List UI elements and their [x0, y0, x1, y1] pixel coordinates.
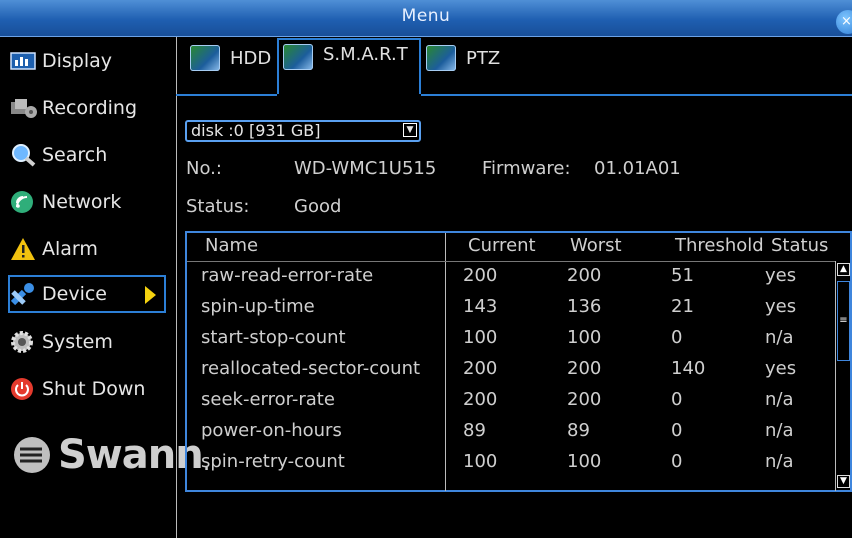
- sidebar-item-alarm[interactable]: Alarm: [10, 230, 165, 268]
- scroll-up-icon[interactable]: ▲: [837, 263, 850, 276]
- cell-current: 143: [463, 296, 498, 317]
- sidebar-item-label: Search: [42, 144, 108, 166]
- cell-threshold: 0: [671, 451, 683, 472]
- logo-text: Swann: [58, 432, 204, 478]
- power-icon: [10, 377, 40, 401]
- column-header-current: Current: [468, 235, 536, 256]
- cell-name: spin-up-time: [201, 296, 315, 317]
- column-header-status: Status: [771, 235, 829, 256]
- swann-logo-icon: [14, 437, 50, 473]
- firmware-value: 01.01A01: [594, 158, 681, 179]
- cell-status: n/a: [765, 389, 794, 410]
- cell-current: 200: [463, 389, 498, 410]
- column-header-name: Name: [205, 235, 259, 256]
- cell-status: n/a: [765, 451, 794, 472]
- cell-status: n/a: [765, 327, 794, 348]
- cell-name: raw-read-error-rate: [201, 265, 374, 286]
- sidebar-item-search[interactable]: Search: [10, 136, 165, 174]
- sidebar-item-label: System: [42, 331, 113, 353]
- cell-worst: 100: [567, 327, 602, 348]
- cell-worst: 89: [567, 420, 590, 441]
- cell-current: 200: [463, 265, 498, 286]
- sidebar-item-label: Device: [42, 283, 107, 305]
- cell-worst: 200: [567, 358, 602, 379]
- cell-status: n/a: [765, 420, 794, 441]
- recording-icon: [10, 96, 40, 120]
- title-bar: Menu ×: [0, 0, 852, 37]
- system-icon: [10, 330, 40, 354]
- sidebar-item-label: Display: [42, 50, 113, 72]
- cell-worst: 200: [567, 265, 602, 286]
- smart-tab-icon: [283, 44, 313, 70]
- cell-threshold: 0: [671, 389, 683, 410]
- cell-name: start-stop-count: [201, 327, 346, 348]
- cell-name: reallocated-sector-count: [201, 358, 421, 379]
- cell-name: power-on-hours: [201, 420, 342, 441]
- sidebar-item-device[interactable]: Device: [8, 275, 166, 313]
- close-icon[interactable]: ×: [836, 10, 852, 34]
- cell-worst: 200: [567, 389, 602, 410]
- sidebar-item-network[interactable]: Network: [10, 183, 165, 221]
- ptz-tab-icon: [426, 45, 456, 71]
- column-divider: [445, 233, 446, 491]
- sidebar-item-label: Shut Down: [42, 378, 146, 400]
- no-value: WD-WMC1U515: [294, 158, 437, 179]
- sidebar-item-system[interactable]: System: [10, 323, 165, 361]
- sidebar-item-recording[interactable]: Recording: [10, 89, 165, 127]
- cell-current: 200: [463, 358, 498, 379]
- cell-current: 100: [463, 327, 498, 348]
- firmware-label: Firmware:: [482, 158, 571, 179]
- tab-ptz[interactable]: PTZ: [422, 42, 502, 74]
- tab-label: PTZ: [466, 47, 501, 69]
- tab-smart[interactable]: S.M.A.R.T: [277, 38, 421, 94]
- no-label: No.:: [186, 158, 222, 179]
- sidebar-item-label: Recording: [42, 97, 138, 119]
- swann-logo: Swann .: [12, 432, 210, 478]
- cell-threshold: 140: [671, 358, 706, 379]
- display-icon: [10, 49, 40, 73]
- cell-worst: 136: [567, 296, 602, 317]
- network-icon: [10, 190, 40, 214]
- smart-table: Name Current Worst Threshold Status raw-…: [185, 231, 852, 492]
- cell-status: yes: [765, 265, 797, 286]
- column-header-worst: Worst: [570, 235, 622, 256]
- hdd-tab-icon: [190, 45, 220, 71]
- scroll-down-icon[interactable]: ▼: [837, 475, 850, 488]
- cell-current: 89: [463, 420, 486, 441]
- status-value: Good: [294, 196, 342, 217]
- cell-worst: 100: [567, 451, 602, 472]
- sidebar-item-display[interactable]: Display: [10, 42, 165, 80]
- active-arrow-icon: [145, 286, 156, 304]
- header-divider: [187, 261, 835, 262]
- cell-current: 100: [463, 451, 498, 472]
- cell-name: spin-retry-count: [201, 451, 345, 472]
- cell-threshold: 0: [671, 327, 683, 348]
- tab-label: HDD: [230, 47, 272, 69]
- cell-status: yes: [765, 296, 797, 317]
- column-header-threshold: Threshold: [675, 235, 764, 256]
- disk-select[interactable]: disk :0 [931 GB] ▼: [185, 120, 421, 142]
- cell-name: seek-error-rate: [201, 389, 335, 410]
- tab-underline-left: [176, 94, 277, 96]
- status-label: Status:: [186, 196, 250, 217]
- tab-underline-right: [421, 94, 852, 96]
- cell-status: yes: [765, 358, 797, 379]
- scroll-thumb[interactable]: ≡: [837, 281, 850, 361]
- sidebar-item-label: Alarm: [42, 238, 98, 260]
- disk-select-value: disk :0 [931 GB]: [191, 121, 321, 140]
- sidebar: Display Recording Search Network Alarm D…: [0, 37, 210, 538]
- cell-threshold: 21: [671, 296, 694, 317]
- window-title: Menu: [401, 6, 451, 26]
- device-icon: [10, 282, 40, 306]
- cell-threshold: 0: [671, 420, 683, 441]
- tab-label: S.M.A.R.T: [323, 44, 408, 65]
- table-scrollbar[interactable]: ▲ ≡ ▼: [835, 261, 850, 491]
- cell-threshold: 51: [671, 265, 694, 286]
- tab-hdd[interactable]: HDD: [186, 42, 276, 74]
- search-icon: [10, 143, 40, 167]
- chevron-down-icon[interactable]: ▼: [403, 123, 417, 137]
- sidebar-item-label: Network: [42, 191, 122, 213]
- sidebar-item-shutdown[interactable]: Shut Down: [10, 370, 165, 408]
- alarm-icon: [10, 237, 40, 261]
